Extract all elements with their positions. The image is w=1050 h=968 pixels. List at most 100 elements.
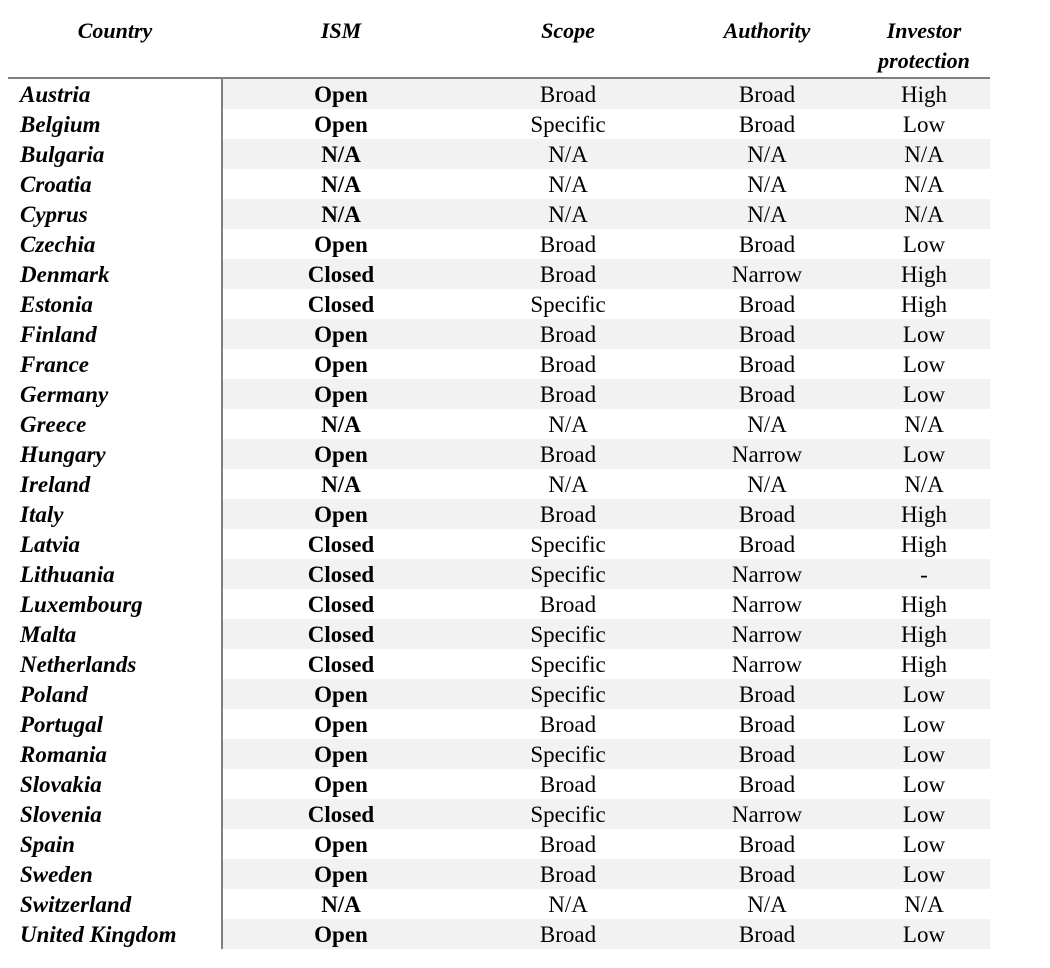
table-row: Poland Open Specific Broad Low [8, 679, 990, 709]
row-investor-protection: High [901, 532, 947, 557]
row-scope: Specific [530, 802, 606, 827]
header-authority: Authority [723, 18, 811, 43]
row-investor-protection: High [901, 652, 947, 677]
row-ism: N/A [321, 142, 361, 167]
row-scope: Specific [530, 112, 606, 137]
row-country: Poland [20, 682, 88, 707]
row-authority: Broad [738, 742, 796, 767]
row-authority: Broad [738, 772, 796, 797]
header-ism: ISM [320, 18, 362, 43]
country-ism-table: Country ISM Scope Authority Investor pro… [8, 0, 990, 949]
row-investor-protection: Low [902, 322, 946, 347]
row-authority: Broad [738, 682, 796, 707]
row-ism: Open [314, 112, 368, 137]
row-country: Switzerland [20, 892, 132, 917]
row-ism: N/A [321, 472, 361, 497]
row-ism: Open [314, 712, 368, 737]
row-country: Croatia [20, 172, 92, 197]
row-scope: N/A [548, 172, 588, 197]
row-country: Bulgaria [20, 142, 105, 167]
row-scope: Broad [539, 772, 597, 797]
row-authority: Broad [738, 502, 796, 527]
table-row: Ireland N/A N/A N/A N/A [8, 469, 990, 499]
row-ism: Closed [307, 562, 375, 587]
row-investor-protection: High [901, 502, 947, 527]
row-scope: N/A [548, 142, 588, 167]
row-ism: Open [314, 922, 368, 947]
row-scope: Broad [539, 712, 597, 737]
row-scope: Broad [539, 862, 597, 887]
row-ism: Open [314, 352, 368, 377]
row-authority: Broad [738, 532, 796, 557]
row-ism: Closed [307, 292, 375, 317]
row-scope: Broad [539, 502, 597, 527]
row-ism: Open [314, 862, 368, 887]
row-scope: Specific [530, 682, 606, 707]
table-row: Denmark Closed Broad Narrow High [8, 259, 990, 289]
row-investor-protection: Low [902, 112, 946, 137]
row-scope: N/A [548, 472, 588, 497]
row-scope: Specific [530, 292, 606, 317]
table-body: Austria Open Broad Broad High Belgium Open Spec… [8, 79, 990, 949]
row-ism: Open [314, 682, 368, 707]
row-ism: Open [314, 232, 368, 257]
row-scope: Specific [530, 622, 606, 647]
row-investor-protection: Low [902, 352, 946, 377]
row-country: Slovakia [20, 772, 102, 797]
table-row: Malta Closed Specific Narrow High [8, 619, 990, 649]
row-authority: N/A [747, 472, 787, 497]
row-authority: Broad [738, 352, 796, 377]
row-country: Portugal [20, 712, 104, 737]
row-ism: Closed [307, 802, 375, 827]
row-scope: Broad [539, 82, 597, 107]
row-country: Hungary [20, 442, 106, 467]
row-country: Austria [20, 82, 91, 107]
row-scope: N/A [548, 892, 588, 917]
row-investor-protection: Low [902, 682, 946, 707]
row-ism: Open [314, 742, 368, 767]
row-scope: Specific [530, 532, 606, 557]
table-row: Italy Open Broad Broad High [8, 499, 990, 529]
row-investor-protection: Low [902, 802, 946, 827]
row-authority: Narrow [731, 592, 803, 617]
row-investor-protection: Low [902, 742, 946, 767]
row-investor-protection: N/A [904, 202, 944, 227]
row-authority: Narrow [731, 652, 803, 677]
row-scope: Broad [539, 322, 597, 347]
row-authority: Broad [738, 82, 796, 107]
row-country: Estonia [20, 292, 93, 317]
row-country: Czechia [20, 232, 96, 257]
row-investor-protection: High [901, 262, 947, 287]
row-country: Netherlands [20, 652, 137, 677]
row-authority: Broad [738, 322, 796, 347]
row-country: Slovenia [20, 802, 102, 827]
row-ism: N/A [321, 892, 361, 917]
row-country: Ireland [20, 472, 91, 497]
row-ism: Open [314, 82, 368, 107]
row-ism: Open [314, 832, 368, 857]
table-row: Slovakia Open Broad Broad Low [8, 769, 990, 799]
row-authority: Narrow [731, 802, 803, 827]
table-row: Netherlands Closed Specific Narrow High [8, 649, 990, 679]
row-ism: N/A [321, 172, 361, 197]
row-scope: Broad [539, 832, 597, 857]
header-investor-protection-line1: Investor [886, 18, 962, 43]
header-scope: Scope [541, 18, 595, 43]
row-investor-protection: Low [902, 832, 946, 857]
row-country: Lithuania [20, 562, 115, 587]
row-scope: N/A [548, 412, 588, 437]
table-row: Hungary Open Broad Narrow Low [8, 439, 990, 469]
row-investor-protection: N/A [904, 172, 944, 197]
header-investor-protection-line2: protection [878, 48, 970, 73]
table-row: Sweden Open Broad Broad Low [8, 859, 990, 889]
row-scope: Broad [539, 232, 597, 257]
row-authority: N/A [747, 202, 787, 227]
row-country: Italy [20, 502, 64, 527]
table-row: Slovenia Closed Specific Narrow Low [8, 799, 990, 829]
table-row: Switzerland N/A N/A N/A N/A [8, 889, 990, 919]
row-country: Latvia [20, 532, 81, 557]
row-authority: Broad [738, 232, 796, 257]
row-country: Sweden [20, 862, 93, 887]
table-row: Latvia Closed Specific Broad High [8, 529, 990, 559]
table-row: Greece N/A N/A N/A N/A [8, 409, 990, 439]
